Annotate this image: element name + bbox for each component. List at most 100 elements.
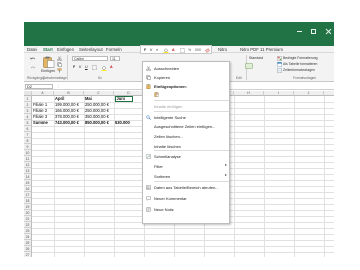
- font-size-select[interactable]: 11: [110, 56, 120, 61]
- tab-start[interactable]: Start: [43, 47, 53, 52]
- table-cell[interactable]: Juni: [115, 96, 133, 102]
- menu-item-label: Schnellanalyse: [154, 153, 181, 159]
- minimize-icon[interactable]: [297, 29, 302, 32]
- mini-font-color-button[interactable]: A: [172, 48, 175, 52]
- close-icon[interactable]: [325, 29, 330, 34]
- mini-italic-button[interactable]: K: [150, 48, 152, 52]
- tab-formeln[interactable]: Formeln: [106, 47, 122, 52]
- menu-item-label: Inhalte löschen: [154, 143, 181, 149]
- context-menu: Ausschneiden Kopieren Einfügeoptionen: Inha…: [142, 61, 230, 224]
- menu-item-ausgeschnittene-zellen-einfügen[interactable]: Ausgeschnittene Zellen einfügen...: [143, 122, 231, 130]
- menu-item-sortieren[interactable]: Sortieren: [143, 172, 231, 180]
- menu-item-intelligente-suche[interactable]: Intelligente Suche: [143, 113, 231, 121]
- menu-item-label: Daten aus Tabelle/Bereich abrufen...: [154, 184, 219, 190]
- menu-item-einfügeoptionen: Einfügeoptionen:: [143, 82, 231, 90]
- format-as-table-button[interactable]: Als Tabelle formatieren: [283, 62, 317, 66]
- undo-icon[interactable]: [30, 56, 36, 62]
- smart-lookup-icon: [146, 114, 151, 120]
- paste-options-icon: [146, 83, 151, 89]
- copy-icon[interactable]: [57, 62, 62, 67]
- menu-item-label: Ausgeschnittene Zellen einfügen...: [154, 123, 216, 129]
- menu-item-label: Sortieren: [154, 173, 171, 179]
- table-cell[interactable]: 743.000,00 €: [55, 120, 79, 126]
- font-color-button[interactable]: A: [110, 65, 113, 69]
- underline-button[interactable]: U: [85, 65, 88, 69]
- excel-window: Datei Start Einfügen Seitenlayout Formel…: [24, 22, 334, 257]
- menu-item-neue-notiz[interactable]: Neue Notiz: [143, 205, 231, 213]
- group-label-clipboard: Zwischenablage: [43, 76, 67, 80]
- menu-item-label: Intelligente Suche: [154, 114, 186, 120]
- italic-button[interactable]: K: [79, 65, 81, 69]
- column-header[interactable]: D: [114, 91, 144, 96]
- row-header[interactable]: 27: [24, 252, 32, 257]
- maximize-icon[interactable]: [311, 29, 316, 34]
- mini-borders-icon[interactable]: [180, 48, 185, 53]
- column-header[interactable]: J: [294, 91, 324, 96]
- format-painter-icon[interactable]: [57, 68, 62, 73]
- menu-item-inhalte-einfügen[interactable]: Inhalte einfügen: [143, 102, 231, 110]
- mini-align-button[interactable]: ≡: [156, 48, 158, 52]
- menu-item-filter[interactable]: Filter: [143, 162, 231, 170]
- menu-item-kopieren[interactable]: Kopieren: [143, 73, 231, 81]
- copy-icon: [146, 74, 151, 80]
- group-label-undo: Rückgängig: [27, 76, 45, 80]
- scissors-icon: [146, 65, 151, 71]
- menu-item-label: Neue Notiz: [154, 206, 174, 212]
- mini-thousands-button[interactable]: 000: [195, 48, 201, 52]
- window-controls: [297, 29, 330, 34]
- fill-color-icon[interactable]: [101, 65, 107, 71]
- name-box[interactable]: D2: [25, 84, 53, 89]
- borders-icon[interactable]: [92, 65, 98, 70]
- format-as-table-icon[interactable]: [277, 61, 282, 67]
- cell-styles-button[interactable]: Zellenformatvorlagen: [283, 68, 315, 72]
- submenu-arrow-icon: [225, 174, 227, 177]
- column-header[interactable]: H: [234, 91, 264, 96]
- new-note-icon: [146, 206, 151, 212]
- menu-item-ausschneiden[interactable]: Ausschneiden: [143, 64, 231, 72]
- tab-einfuegen[interactable]: Einfügen: [57, 47, 74, 52]
- paste-icon: [154, 91, 159, 97]
- tab-seitenlayout[interactable]: Seitenlayout: [79, 47, 103, 52]
- menu-item-label: Ausschneiden: [154, 65, 180, 71]
- menu-item-zellen-löschen[interactable]: Zellen löschen...: [143, 132, 231, 140]
- menu-item-neuer-kommentar[interactable]: Neuer Kommentar: [143, 194, 231, 202]
- group-label-styles: Formatvorlagen: [293, 76, 317, 80]
- column-header[interactable]: I: [264, 91, 294, 96]
- table-cell[interactable]: 530.000: [115, 120, 130, 126]
- column-header[interactable]: K: [324, 91, 334, 96]
- font-name-select[interactable]: Calibri: [72, 56, 108, 61]
- paste-icon[interactable]: [42, 56, 55, 68]
- paste-button-label[interactable]: Einfügen: [41, 69, 55, 73]
- menu-item-label: Inhalte einfügen: [154, 103, 183, 109]
- group-label-font: Sc: [98, 76, 102, 80]
- conditional-formatting-button[interactable]: Bedingte Formatierung: [283, 56, 318, 60]
- table-cell[interactable]: 850.000,00 €: [85, 120, 109, 126]
- menu-item-daten-aus-tabelle-bereich-abrufen[interactable]: Daten aus Tabelle/Bereich abrufen...: [143, 183, 231, 191]
- tab-datei[interactable]: Datei: [27, 47, 37, 52]
- menu-item-label: Kopieren: [154, 74, 171, 80]
- menu-item-label: Filter: [154, 163, 163, 169]
- cut-icon[interactable]: [57, 56, 62, 61]
- tab-nitro-pdf[interactable]: Nitro PDF 11 Premium: [240, 47, 283, 52]
- currency-icon[interactable]: [245, 63, 253, 69]
- table-cell[interactable]: Summe: [33, 120, 48, 126]
- formula-bar-buttons[interactable]: ⋮: [57, 84, 61, 88]
- column-header[interactable]: A: [32, 91, 54, 96]
- ribbon-separator: [67, 55, 68, 80]
- menu-item-schnellanalyse[interactable]: Schnellanalyse: [143, 152, 231, 160]
- mini-bold-button[interactable]: F: [144, 48, 146, 52]
- redo-icon[interactable]: [30, 65, 36, 71]
- cell-styles-icon[interactable]: [277, 67, 282, 73]
- bold-button[interactable]: F: [73, 65, 75, 69]
- mini-eraser-icon[interactable]: [205, 48, 210, 53]
- mini-percent-button[interactable]: %: [188, 48, 191, 52]
- menu-item-label: Zellen löschen...: [154, 133, 184, 139]
- mini-fill-color-icon[interactable]: [163, 48, 169, 53]
- group-label-edit: Edit: [236, 76, 242, 80]
- quick-analysis-icon: [146, 153, 151, 159]
- menu-item-inhalte-löschen[interactable]: Inhalte löschen: [143, 142, 231, 150]
- conditional-formatting-icon[interactable]: [277, 55, 282, 61]
- number-format-select[interactable]: Standard: [248, 56, 274, 61]
- tab-nitro[interactable]: Nitro: [218, 47, 227, 52]
- menu-item-paste-icon[interactable]: [143, 91, 231, 99]
